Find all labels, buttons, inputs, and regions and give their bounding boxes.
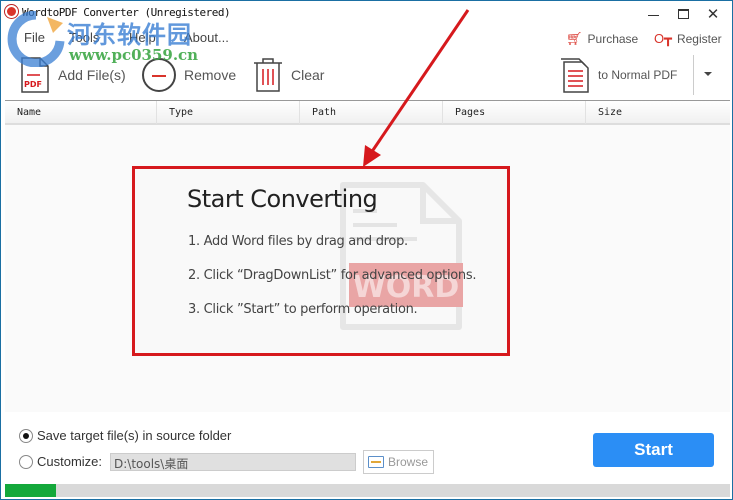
convert-mode-label: to Normal PDF [598,68,678,82]
minimize-button[interactable] [638,3,668,25]
browse-button[interactable]: Browse [363,450,434,474]
app-window: WordtoPDF Converter (Unregistered) ✕ Fil… [0,0,733,500]
convert-mode-dropdown-icon[interactable] [701,67,715,81]
column-header-name[interactable]: Name [5,101,157,124]
customize-label[interactable]: Customize: [37,454,102,469]
clear-label: Clear [291,67,325,83]
guide-step: 1. Add Word files by drag and drop. [188,234,408,249]
minimize-icon [647,14,659,16]
app-logo-icon [5,5,18,18]
menu-file[interactable]: File [24,30,45,45]
clear-button[interactable]: Clear [253,53,324,97]
menu-tools[interactable]: Tools [69,30,99,45]
file-list-header: Name Type Path Pages Size [5,101,730,125]
menu-bar: File Tools Help About... [1,28,501,48]
toolbar: PDF Add File(s) Remove Clear to Normal P… [1,53,732,99]
progress-bar-fill [5,484,56,497]
purchase-label: Purchase [587,32,639,46]
maximize-button[interactable] [668,3,698,25]
menu-about[interactable]: About... [184,30,229,45]
trash-icon [254,58,282,92]
window-title: WordtoPDF Converter (Unregistered) [22,6,231,19]
close-button[interactable]: ✕ [698,3,728,25]
add-files-label: Add File(s) [58,67,126,83]
add-files-button[interactable]: PDF Add File(s) [20,53,126,97]
register-link[interactable]: O┳ Register [654,31,722,47]
pdf-file-icon: PDF [21,57,49,93]
column-header-type[interactable]: Type [157,101,300,124]
guide-title: Start Converting [187,185,378,213]
remove-icon [142,58,176,92]
start-button[interactable]: Start [593,433,714,467]
output-path-input[interactable]: D:\tools\桌面 [110,453,356,471]
folder-icon [368,456,384,468]
guide-step: 2. Click “DragDownList” for advanced opt… [188,268,477,283]
progress-bar [5,484,730,497]
column-header-path[interactable]: Path [300,101,443,124]
save-in-source-label[interactable]: Save target file(s) in source folder [37,428,231,443]
remove-button[interactable]: Remove [142,53,236,97]
cart-icon: 🛒︎ [566,31,583,46]
start-guide-panel: WORD Start Converting 1. Add Word files … [132,166,510,356]
key-icon: O┳ [654,31,672,46]
column-header-pages[interactable]: Pages [443,101,586,124]
pdf-icon-text: PDF [24,80,42,89]
menu-help[interactable]: Help [129,30,156,45]
title-bar[interactable]: WordtoPDF Converter (Unregistered) ✕ [1,1,732,27]
convert-mode-button[interactable]: to Normal PDF [560,53,677,97]
customize-radio[interactable] [19,455,33,469]
toolbar-divider [693,55,694,95]
guide-step: 3. Click ”Start” to perform operation. [188,302,418,317]
document-icon [561,58,589,93]
browse-label: Browse [388,455,429,469]
column-header-size[interactable]: Size [586,101,730,124]
close-icon: ✕ [706,6,720,23]
save-in-source-radio[interactable] [19,429,33,443]
remove-label: Remove [184,67,237,83]
purchase-link[interactable]: 🛒︎ Purchase [566,31,638,47]
maximize-icon [677,9,689,19]
register-label: Register [676,32,722,46]
